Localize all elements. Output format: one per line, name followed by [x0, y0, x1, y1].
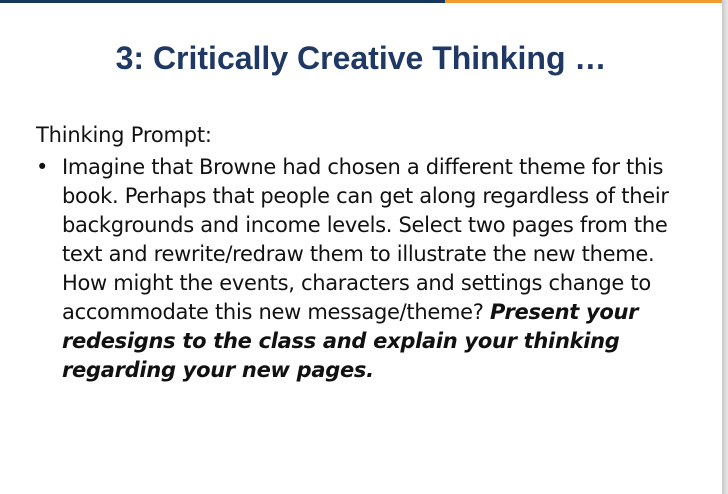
slide-title: 3: Critically Creative Thinking …	[115, 40, 607, 76]
bullet-icon: •	[36, 155, 49, 179]
top-accent-bar-orange	[445, 0, 728, 3]
window-edge-shadow	[722, 0, 728, 494]
top-accent-bar-blue	[0, 0, 445, 3]
slide: 3: Critically Creative Thinking … Thinki…	[0, 0, 728, 494]
bullet-item: • Imagine that Browne had chosen a diffe…	[36, 153, 686, 385]
slide-content: Thinking Prompt: • Imagine that Browne h…	[36, 121, 686, 385]
bullet-text: Imagine that Browne had chosen a differe…	[62, 155, 669, 324]
prompt-label: Thinking Prompt:	[36, 123, 212, 147]
